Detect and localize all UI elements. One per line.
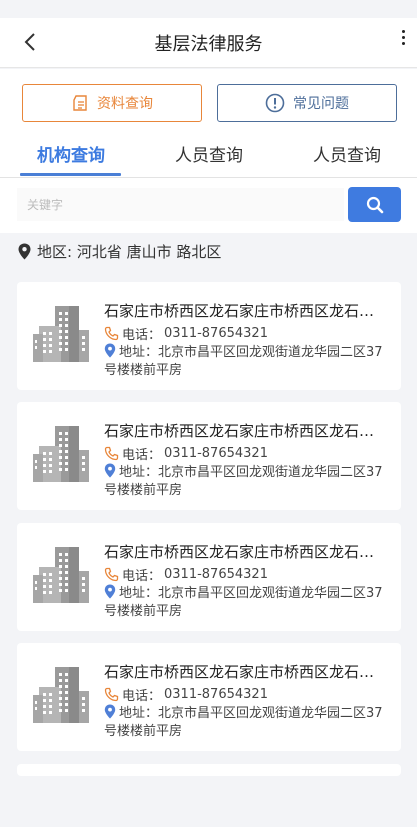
page-title: 基层法律服务 [154,33,263,55]
institution-name: 石家庄市桥西区龙石家庄市桥西区龙石家庄市桥西区 [104,543,389,561]
materials-button[interactable]: 资料查询 [22,84,202,122]
location-pin-icon [104,343,116,358]
quick-actions: 资料查询 常见问题 [0,69,417,129]
building-icon [33,667,89,723]
address-label: 地址： [119,706,159,721]
institution-name: 石家庄市桥西区龙石家庄市桥西区龙石家庄市桥西区 [104,302,389,320]
phone-label: 电话： [122,328,162,343]
location-pin-icon [104,704,116,719]
app-header: 基层法律服务 [0,18,417,68]
phone-icon [104,326,119,341]
phone-number: 0311-87654321 [164,446,268,461]
institution-address: 地址：北京市昌平区回龙观街道龙华园二区37号楼楼前平房 [104,343,384,380]
institution-card[interactable]: 石家庄市桥西区龙石家庄市桥西区龙石家庄市桥西区 电话：0311-87654321… [17,282,401,390]
search-input[interactable] [17,188,344,221]
building-icon [33,547,89,603]
materials-button-label: 资料查询 [97,96,153,112]
region-selector[interactable]: 地区: 河北省 唐山市 路北区 [18,241,221,261]
institution-phone: 电话： 0311-87654321 [104,444,268,463]
building-icon [33,426,89,482]
tab-personnel-query-2[interactable]: 人员查询 [297,141,397,166]
phone-icon [104,446,119,461]
tab-active-indicator [20,173,121,176]
institution-card[interactable]: 石家庄市桥西区龙石家庄市桥西区龙石家庄市桥西区 电话：0311-87654321… [17,643,401,751]
tab-institution-query[interactable]: 机构查询 [21,141,121,166]
back-button[interactable] [18,30,42,54]
institution-card[interactable]: 石家庄市桥西区龙石家庄市桥西区龙石家庄市桥西区 电话：0311-87654321… [17,402,401,510]
search-bar [0,178,417,233]
institution-address: 地址：北京市昌平区回龙观街道龙华园二区37号楼楼前平房 [104,584,384,621]
more-vertical-icon[interactable] [397,30,409,52]
phone-number: 0311-87654321 [164,326,268,341]
faq-button-label: 常见问题 [293,96,349,112]
search-icon [366,196,383,213]
phone-number: 0311-87654321 [164,687,268,702]
building-icon [33,306,89,362]
institution-card-partial[interactable] [17,764,401,776]
address-label: 地址： [119,465,159,480]
location-pin-icon [18,243,31,259]
phone-label: 电话： [122,689,162,704]
institution-phone: 电话： 0311-87654321 [104,565,268,584]
institution-name: 石家庄市桥西区龙石家庄市桥西区龙石家庄市桥西区 [104,663,389,681]
location-pin-icon [104,584,116,599]
phone-icon [104,687,119,702]
region-text: 地区: 河北省 唐山市 路北区 [37,242,222,261]
institution-phone: 电话： 0311-87654321 [104,324,268,343]
phone-label: 电话： [122,569,162,584]
faq-button[interactable]: 常见问题 [217,84,397,122]
location-pin-icon [104,463,116,478]
institution-phone: 电话： 0311-87654321 [104,685,268,704]
institution-address: 地址：北京市昌平区回龙观街道龙华园二区37号楼楼前平房 [104,704,384,741]
search-button[interactable] [348,187,401,222]
address-label: 地址： [119,586,159,601]
document-icon [73,95,87,111]
address-label: 地址： [119,345,159,360]
institution-card[interactable]: 石家庄市桥西区龙石家庄市桥西区龙石家庄市桥西区 电话：0311-87654321… [17,523,401,631]
phone-number: 0311-87654321 [164,567,268,582]
chevron-left-icon [24,33,35,51]
institution-name: 石家庄市桥西区龙石家庄市桥西区龙石家庄市桥西区 [104,422,389,440]
phone-label: 电话： [122,448,162,463]
tab-bar: 机构查询 人员查询 人员查询 [0,129,417,178]
phone-icon [104,567,119,582]
tab-personnel-query[interactable]: 人员查询 [159,141,259,166]
exclamation-circle-icon [265,93,285,113]
institution-address: 地址：北京市昌平区回龙观街道龙华园二区37号楼楼前平房 [104,463,384,500]
